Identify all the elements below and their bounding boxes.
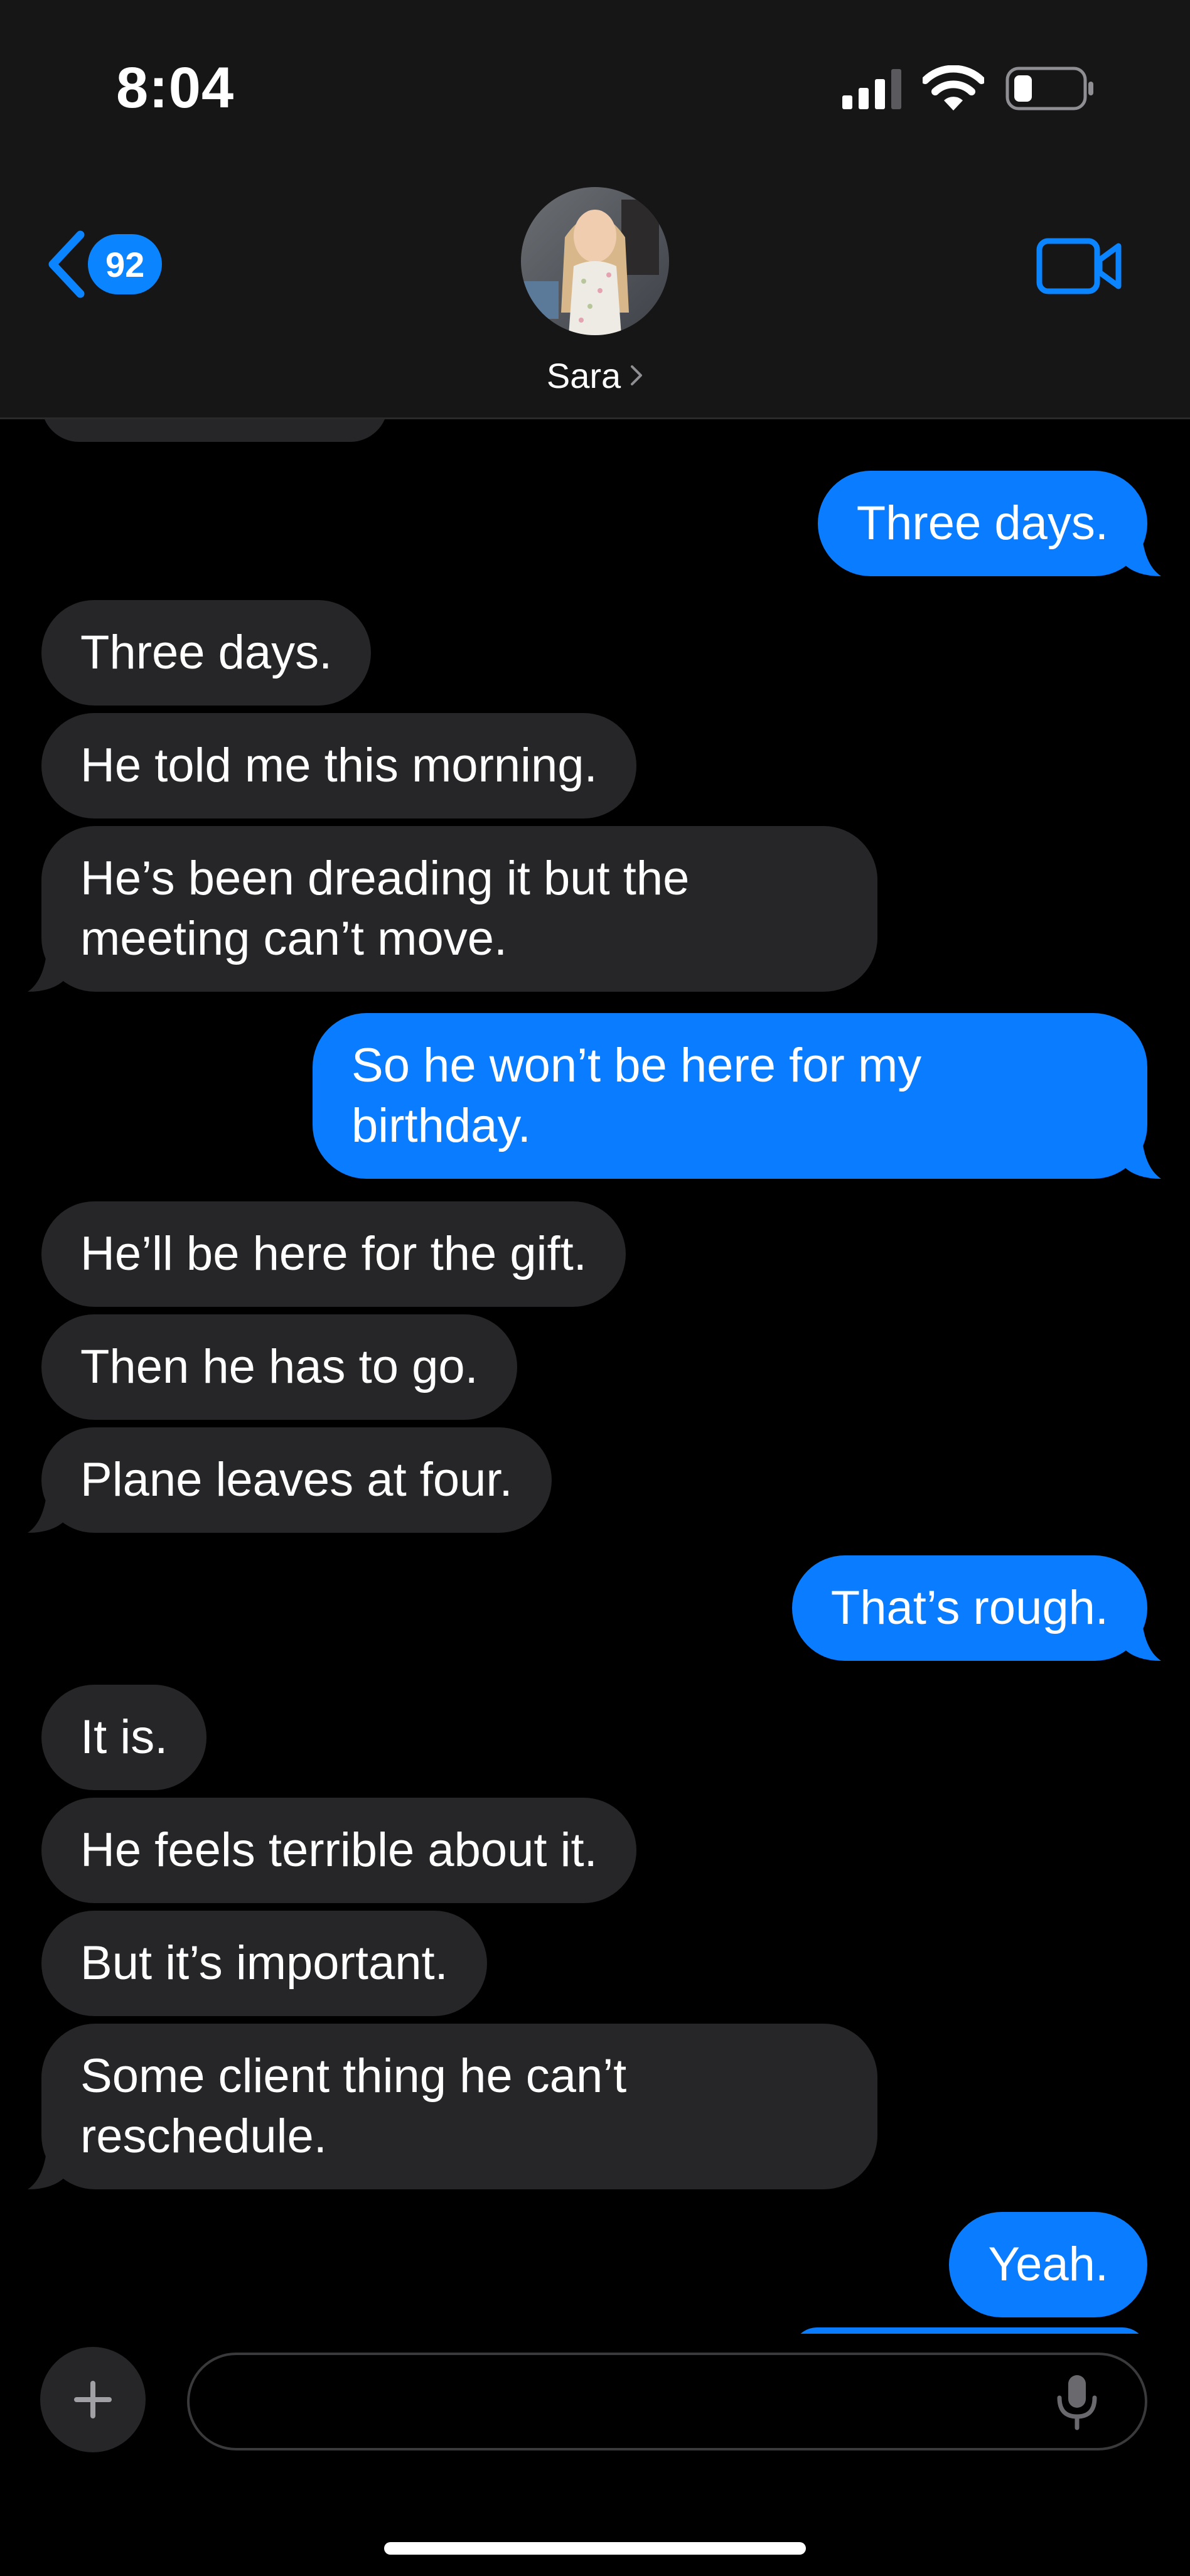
bubble-tail	[1123, 1141, 1161, 1179]
outgoing-message-bubble[interactable]: That’s rough.	[791, 1555, 1161, 1661]
incoming-message-bubble[interactable]: He’s been dreading it but the meeting ca…	[28, 826, 877, 992]
bubble-tail	[28, 1495, 65, 1533]
wifi-icon	[923, 65, 984, 110]
home-indicator	[384, 2542, 806, 2555]
incoming-message-bubble[interactable]: He feels terrible about it.	[41, 1798, 636, 1903]
message-list[interactable]: Three days. Three days. He told me this …	[0, 419, 1190, 2334]
message-text: Three days.	[80, 626, 333, 679]
contact-name-button[interactable]: Sara	[0, 352, 1190, 399]
bubble-tail	[69, 419, 107, 424]
bubble-tail	[28, 954, 65, 992]
incoming-message-bubble[interactable]: But it’s important.	[41, 1911, 487, 2016]
message-text: That’s rough.	[830, 1581, 1108, 1634]
plus-button[interactable]	[40, 2347, 146, 2452]
unread-count-badge: 92	[88, 234, 163, 294]
partial-outgoing-bubble	[792, 2327, 1147, 2334]
incoming-message-bubble[interactable]: Three days.	[41, 600, 372, 706]
message-text: He told me this morning.	[80, 739, 598, 792]
contact-name: Sara	[546, 355, 621, 395]
message-text: Some client thing he can’t reschedule.	[80, 2049, 627, 2163]
message-text: It is.	[80, 1710, 168, 1764]
message-text: He feels terrible about it.	[80, 1823, 598, 1877]
battery-low-icon	[1005, 67, 1093, 110]
chevron-right-icon	[631, 365, 643, 385]
message-text: But it’s important.	[80, 1936, 448, 1990]
incoming-message-bubble[interactable]: Some client thing he can’t reschedule.	[28, 2024, 877, 2189]
message-text: He’s been dreading it but the meeting ca…	[80, 852, 690, 965]
incoming-message-bubble[interactable]: Then he has to go.	[41, 1314, 517, 1420]
microphone-icon[interactable]	[1049, 2371, 1105, 2432]
bubble-tail	[1123, 1623, 1161, 1661]
plus-icon	[74, 2381, 112, 2418]
message-text: He’ll be here for the gift.	[80, 1227, 587, 1280]
bubble-tail	[28, 2152, 65, 2189]
message-text: So he won’t be here for my birthday.	[351, 1039, 922, 1152]
bubble-tail	[1123, 539, 1161, 576]
contact-avatar[interactable]	[521, 187, 669, 335]
incoming-message-bubble[interactable]: He’ll be here for the gift.	[41, 1201, 626, 1307]
outgoing-message-bubble[interactable]: Yeah.	[949, 2212, 1147, 2317]
outgoing-message-bubble[interactable]: Three days.	[817, 471, 1161, 576]
incoming-message-bubble[interactable]: He told me this morning.	[41, 713, 636, 818]
compose-bar	[0, 2334, 1190, 2576]
message-text: Then he has to go.	[80, 1340, 478, 1393]
partial-incoming-bubble	[41, 419, 388, 442]
status-time: 8:04	[116, 56, 235, 120]
message-input[interactable]	[187, 2353, 1147, 2450]
chevron-left-icon	[48, 230, 85, 298]
message-text: Three days.	[856, 496, 1108, 550]
conversation-header: 8:04 92 Sara	[0, 0, 1190, 419]
cellular-signal-icon	[842, 69, 901, 109]
video-camera-icon[interactable]	[1036, 235, 1123, 298]
incoming-message-bubble[interactable]: Plane leaves at four.	[28, 1427, 552, 1533]
incoming-message-bubble[interactable]: It is.	[41, 1685, 207, 1790]
message-text: Plane leaves at four.	[80, 1453, 513, 1506]
back-button[interactable]: 92	[45, 230, 163, 299]
message-text: Yeah.	[988, 2238, 1108, 2291]
outgoing-message-bubble[interactable]: So he won’t be here for my birthday.	[313, 1013, 1161, 1179]
